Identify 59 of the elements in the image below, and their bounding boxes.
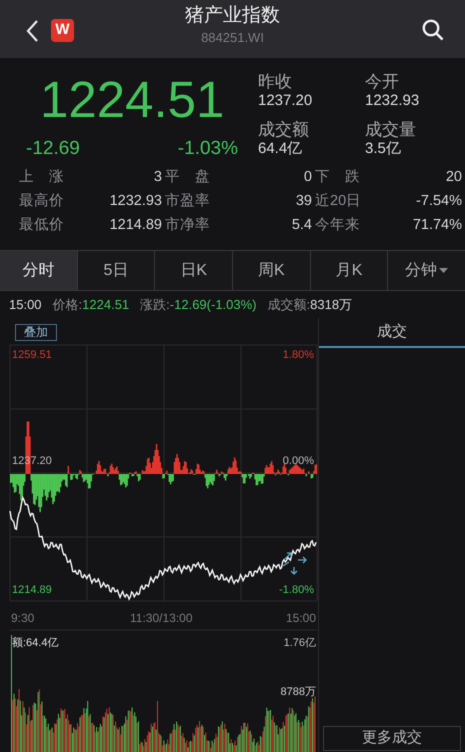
- summary-value: 0: [304, 168, 312, 187]
- volume-total-label: 额:64.4亿: [12, 636, 58, 651]
- stat-value: 3.5亿: [365, 139, 402, 158]
- time-axis-label: 9:30: [11, 610, 34, 627]
- time-axis-label: 11:30/13:00: [130, 610, 193, 627]
- last-price: 1224.51: [39, 72, 226, 128]
- stat-label: 今开: [365, 72, 400, 91]
- overlay-button[interactable]: 叠加: [15, 324, 57, 341]
- app-logo[interactable]: W: [51, 19, 74, 42]
- amount-readout: 成交额:8318万: [268, 296, 352, 314]
- chart-tab[interactable]: 周K: [233, 251, 311, 290]
- more-trades-button[interactable]: 更多成交: [323, 726, 461, 751]
- summary-label: 平 盘: [165, 168, 210, 187]
- stat-value: 64.4亿: [258, 139, 304, 158]
- axis-label: 8788万: [280, 685, 316, 700]
- chart-tab[interactable]: 分钟: [388, 251, 465, 290]
- percent-change: -1.03%: [178, 137, 238, 161]
- summary-label: 市盈率: [165, 192, 210, 211]
- page-title: 猪产业指数: [185, 4, 280, 28]
- summary-value: -7.54%: [416, 192, 462, 211]
- stat-value: 1237.20: [258, 91, 314, 110]
- chart-tab[interactable]: 月K: [310, 251, 388, 290]
- summary-label: 上 涨: [19, 168, 64, 187]
- summary-value: 20: [446, 168, 462, 187]
- summary-label: 最低价: [19, 216, 64, 235]
- move-arrows-icon[interactable]: [282, 552, 307, 575]
- change-readout: 涨跌:-12.69(-1.03%): [140, 296, 257, 314]
- back-icon[interactable]: [26, 20, 39, 42]
- chart-tab[interactable]: 日K: [155, 251, 234, 290]
- stat-label: 昨收: [258, 72, 293, 91]
- axis-label: 1259.51: [12, 348, 52, 363]
- summary-value: 39: [296, 192, 312, 211]
- axis-label: 1.76亿: [284, 636, 316, 651]
- summary-label: 最高价: [19, 192, 64, 211]
- chart-tab[interactable]: 分时: [0, 251, 78, 290]
- summary-value: 5.4: [292, 216, 312, 235]
- time-label: 15:00: [9, 296, 42, 314]
- summary-value: 71.74%: [412, 216, 462, 235]
- summary-value: 1232.93: [110, 192, 162, 211]
- summary-label: 今年来: [315, 216, 360, 235]
- axis-label: 1214.89: [12, 583, 52, 598]
- price-readout: 价格:1224.51: [52, 296, 130, 314]
- stat-label: 成交额: [258, 120, 310, 139]
- axis-label: -1.80%: [279, 583, 314, 598]
- time-axis-label: 15:00: [286, 610, 316, 627]
- price-change: -12.69: [26, 137, 80, 161]
- chart-tab[interactable]: 5日: [78, 251, 156, 290]
- summary-label: 下 跌: [315, 168, 360, 187]
- summary-value: 3: [154, 168, 162, 187]
- axis-label: 1.80%: [282, 348, 314, 363]
- axis-label: 0.00%: [282, 454, 314, 469]
- trades-panel-title: 成交: [319, 318, 465, 348]
- summary-label: 近20日: [315, 192, 362, 211]
- index-code: 884251.WI: [201, 29, 264, 47]
- search-icon[interactable]: [422, 19, 444, 41]
- stat-label: 成交量: [365, 120, 417, 139]
- summary-label: 市净率: [165, 216, 210, 235]
- summary-value: 1214.89: [110, 216, 162, 235]
- stat-value: 1232.93: [365, 91, 420, 110]
